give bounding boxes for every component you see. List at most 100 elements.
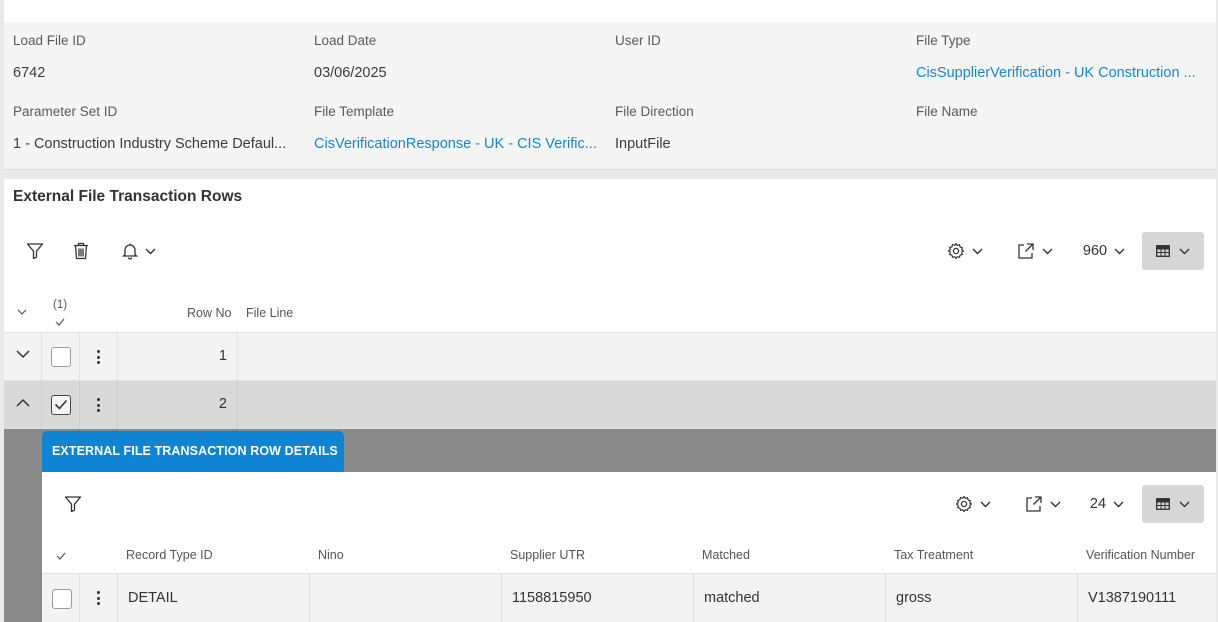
field-label: Parameter Set ID	[13, 104, 118, 119]
row-checkbox[interactable]	[52, 589, 72, 609]
field-load-file-id: Load File ID 6742	[13, 32, 303, 83]
row-menu-icon[interactable]	[97, 398, 101, 415]
field-label: User ID	[615, 33, 661, 48]
row-checkbox[interactable]	[51, 347, 71, 367]
col-header-nino[interactable]: Nino	[318, 548, 344, 562]
col-header-file-line[interactable]: File Line	[246, 306, 293, 320]
row-checkbox-checked[interactable]	[51, 395, 71, 415]
details-grid-header: Record Type ID Nino Supplier UTR Matched…	[42, 538, 1216, 574]
field-parameter-set-id: Parameter Set ID 1 - Construction Indust…	[13, 103, 303, 154]
expand-all-chevron-icon[interactable]	[17, 309, 27, 315]
col-header-matched[interactable]: Matched	[702, 548, 750, 562]
field-value: InputFile	[615, 136, 671, 152]
table-row-selected[interactable]: 2	[4, 381, 1216, 429]
select-all-check-icon[interactable]	[56, 552, 66, 560]
supplier-utr-value: 1158815950	[512, 590, 592, 606]
details-table-row[interactable]: DETAIL 1158815950 matched gross V1387190…	[42, 574, 1216, 622]
row-menu-icon[interactable]	[97, 350, 101, 367]
notifications-dropdown[interactable]	[116, 241, 162, 261]
trash-icon	[74, 242, 88, 260]
matched-value: matched	[704, 590, 760, 606]
field-label: File Direction	[615, 104, 694, 119]
select-all-check-icon[interactable]	[55, 318, 65, 326]
field-label: Load Date	[314, 33, 377, 48]
selected-count: (1)	[53, 299, 68, 311]
field-label: File Template	[314, 104, 395, 119]
details-view-mode-dropdown[interactable]	[1142, 485, 1204, 523]
field-value: 03/06/2025	[314, 65, 387, 81]
chevron-down-icon	[980, 501, 991, 507]
chevron-down-icon[interactable]	[16, 350, 30, 359]
section-title: External File Transaction Rows	[13, 188, 243, 205]
col-header-record-type-id[interactable]: Record Type ID	[126, 548, 213, 562]
export-dropdown[interactable]	[1014, 241, 1056, 261]
field-file-direction: File Direction InputFile	[615, 103, 905, 154]
field-value: 6742	[13, 65, 46, 81]
field-file-type: File Type CisSupplierVerification - UK C…	[916, 32, 1206, 83]
gear-icon	[947, 242, 965, 260]
chevron-down-icon	[1179, 248, 1190, 254]
field-file-name: File Name	[916, 103, 1206, 154]
table-icon	[1156, 498, 1170, 510]
tax-treatment-value: gross	[896, 590, 932, 606]
transaction-rows-card: External File Transaction Rows 960 (1) R…	[4, 179, 1216, 622]
checkmark-icon	[54, 399, 68, 410]
chevron-down-icon	[1114, 248, 1125, 254]
bell-icon	[122, 243, 138, 260]
col-header-tax-treatment[interactable]: Tax Treatment	[894, 548, 973, 562]
page-size-dropdown[interactable]: 960	[1080, 241, 1128, 261]
chevron-down-icon	[1113, 501, 1124, 507]
chevron-down-icon	[1050, 501, 1061, 507]
top-band	[4, 0, 1216, 22]
chevron-up-icon[interactable]	[16, 398, 30, 407]
chevron-down-icon	[972, 248, 983, 254]
field-value	[615, 63, 905, 83]
field-file-template: File Template CisVerificationResponse - …	[314, 103, 604, 154]
record-type-id-value: DETAIL	[128, 590, 178, 606]
file-type-link[interactable]: CisSupplierVerification - UK Constructio…	[916, 63, 1206, 83]
view-mode-dropdown[interactable]	[1142, 232, 1204, 270]
field-label: Load File ID	[13, 33, 86, 48]
filter-button[interactable]	[24, 241, 46, 261]
chevron-down-icon	[1179, 501, 1190, 507]
verification-number-value: V1387190111	[1088, 590, 1177, 606]
row-no-cell: 1	[118, 333, 238, 381]
col-header-verification-number[interactable]: Verification Number	[1086, 548, 1195, 562]
filter-icon	[26, 243, 44, 260]
export-icon	[1018, 243, 1034, 259]
row-details-area: EXTERNAL FILE TRANSACTION ROW DETAILS 24	[4, 429, 1216, 622]
row-no-value: 2	[218, 396, 227, 412]
row-no-value: 1	[218, 348, 227, 364]
row-menu-icon[interactable]	[97, 591, 101, 608]
field-user-id: User ID	[615, 32, 905, 83]
page-size-value: 24	[1089, 496, 1107, 512]
details-settings-dropdown[interactable]	[952, 494, 994, 514]
filter-icon	[64, 496, 82, 513]
nino-cell	[310, 574, 502, 622]
page-size-value: 960	[1082, 243, 1108, 259]
gear-icon	[955, 495, 973, 513]
load-file-header-card: Load File ID 6742 Load Date 03/06/2025 U…	[4, 22, 1216, 170]
field-label: File Name	[916, 104, 978, 119]
col-header-supplier-utr[interactable]: Supplier UTR	[510, 548, 585, 562]
col-header-row-no[interactable]: Row No	[187, 306, 231, 320]
chevron-down-icon	[145, 248, 156, 254]
table-row[interactable]: 1	[4, 333, 1216, 381]
tab-row-details[interactable]: EXTERNAL FILE TRANSACTION ROW DETAILS	[42, 431, 344, 472]
details-page-size-dropdown[interactable]: 24	[1086, 494, 1128, 514]
field-value	[916, 134, 1206, 154]
field-label: File Type	[916, 33, 971, 48]
delete-button[interactable]	[70, 241, 92, 261]
field-value: 1 - Construction Industry Scheme Defaul.…	[13, 136, 287, 152]
details-export-dropdown[interactable]	[1022, 494, 1064, 514]
file-template-link[interactable]: CisVerificationResponse - UK - CIS Verif…	[314, 134, 604, 154]
settings-dropdown[interactable]	[944, 241, 986, 261]
row-no-cell: 2	[118, 381, 238, 429]
field-load-date: Load Date 03/06/2025	[314, 32, 604, 83]
grid-header: (1) Row No File Line	[4, 293, 1216, 333]
table-icon	[1156, 245, 1170, 257]
details-filter-button[interactable]	[62, 494, 84, 514]
chevron-down-icon	[1042, 248, 1053, 254]
row-details-panel: 24 Record Type ID Nino Supplier UTR Matc…	[42, 472, 1216, 622]
export-icon	[1026, 496, 1042, 512]
